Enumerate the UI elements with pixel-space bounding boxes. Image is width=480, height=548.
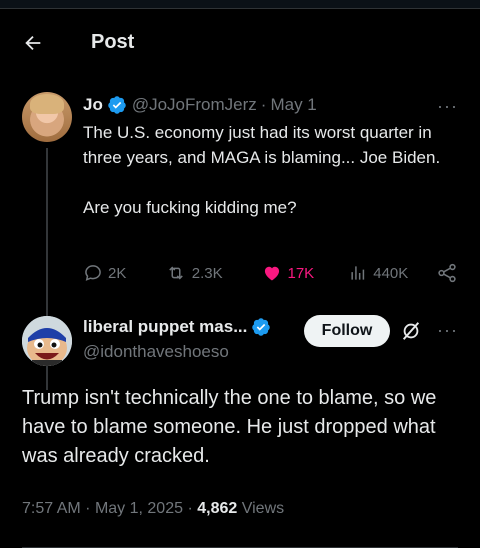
separator: · [260, 95, 267, 114]
post-date[interactable]: May 1 [270, 95, 316, 115]
separator: · [85, 500, 91, 517]
grok-button[interactable] [398, 318, 424, 344]
like-count: 17K [287, 264, 315, 282]
back-button[interactable] [20, 30, 46, 56]
heart-icon [264, 266, 279, 281]
more-options-button[interactable]: ··· [437, 320, 458, 341]
author-handle[interactable]: @JoJoFromJerz [132, 95, 257, 115]
repost-count: 2.3K [191, 264, 223, 282]
verified-badge-icon [108, 96, 126, 114]
post-text-paragraph: Are you fucking kidding me? [83, 198, 297, 217]
share-button[interactable] [436, 262, 463, 284]
views-button[interactable]: 440K [348, 263, 436, 283]
views-count: 4,862 [197, 500, 238, 517]
post-date[interactable]: May 1, 2025 [95, 500, 183, 517]
author-name[interactable]: Jo [83, 95, 103, 115]
views-label: Views [241, 500, 285, 517]
grok-icon [402, 322, 420, 340]
post-actions: 2K 2.3K 17K 440K [83, 260, 463, 286]
bar-chart-icon [351, 266, 365, 280]
arrow-left-icon [25, 35, 41, 51]
post-time[interactable]: 7:57 AM [22, 500, 81, 517]
views-count: 440K [373, 264, 409, 282]
separator: · [187, 500, 193, 517]
page-title: Post [91, 31, 135, 53]
post-text: The U.S. economy just had its worst quar… [83, 120, 468, 220]
repost-button[interactable]: 2.3K [165, 263, 261, 283]
author-handle[interactable]: @idonthaveshoeso [83, 342, 229, 362]
reply-button[interactable]: 2K [83, 263, 165, 283]
post-metadata: 7:57 AM · May 1, 2025 · 4,862 Views [22, 500, 284, 518]
avatar[interactable] [22, 92, 72, 142]
reply-count: 2K [108, 264, 127, 282]
post-header: Post [0, 8, 480, 74]
puppet-avatar-image [22, 316, 72, 366]
like-button[interactable]: 17K [261, 263, 349, 283]
verified-badge-icon [252, 318, 271, 336]
post-text: Trump isn't technically the one to blame… [22, 387, 437, 467]
repost-icon [168, 266, 183, 280]
parent-post[interactable]: Jo @JoJoFromJerz · May 1 ··· The U.S. ec… [0, 88, 480, 390]
speech-bubble-icon [85, 265, 101, 281]
author-name[interactable]: liberal puppet mas... [83, 317, 247, 337]
follow-button[interactable]: Follow [304, 315, 390, 347]
more-options-button[interactable]: ··· [437, 96, 458, 117]
share-icon [438, 263, 456, 283]
avatar[interactable] [22, 316, 72, 366]
author-name-row: liberal puppet mas... [83, 317, 271, 337]
post-text-paragraph: The U.S. economy just had its worst quar… [83, 123, 441, 167]
parent-post-header: Jo @JoJoFromJerz · May 1 [83, 94, 460, 116]
